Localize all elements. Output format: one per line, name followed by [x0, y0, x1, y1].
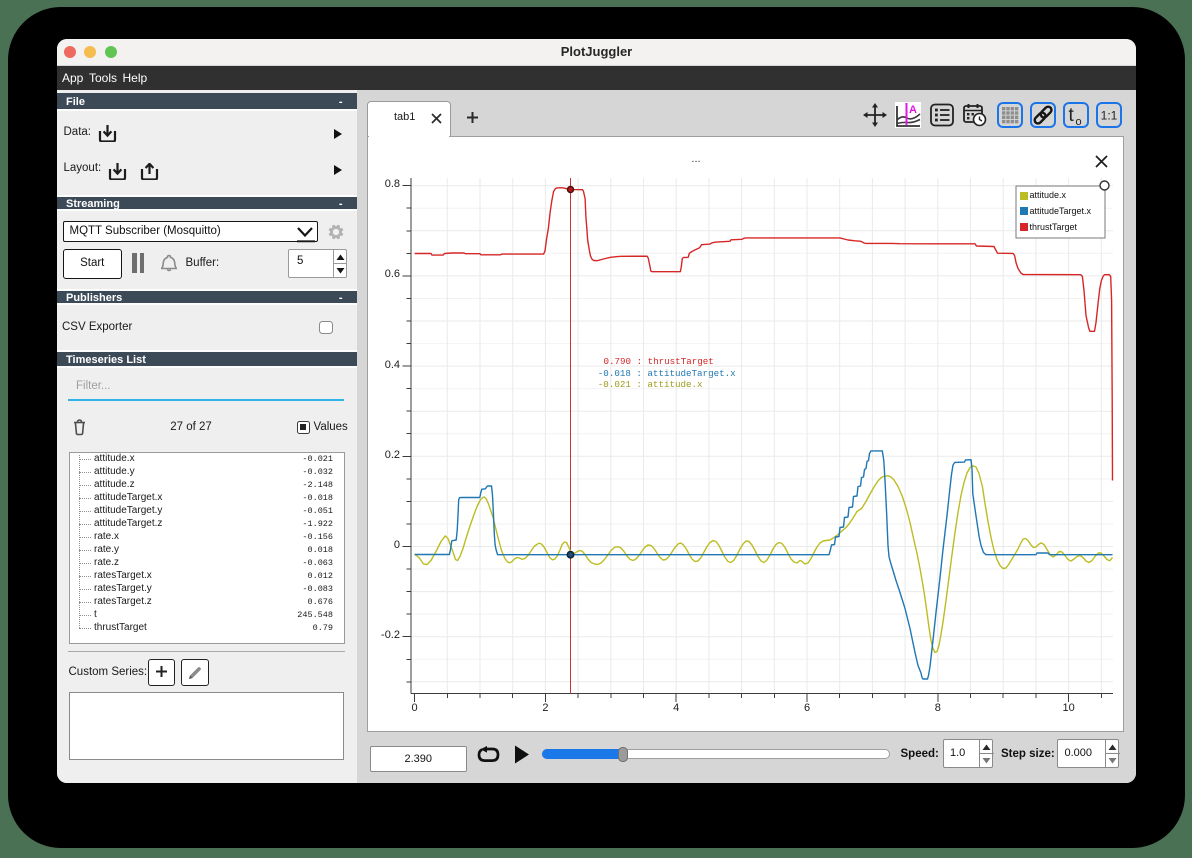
- svg-text:A: A: [909, 104, 917, 116]
- svg-text:t: t: [1068, 105, 1074, 126]
- svg-text:1:1: 1:1: [1100, 109, 1117, 123]
- svg-text:o: o: [1075, 116, 1081, 128]
